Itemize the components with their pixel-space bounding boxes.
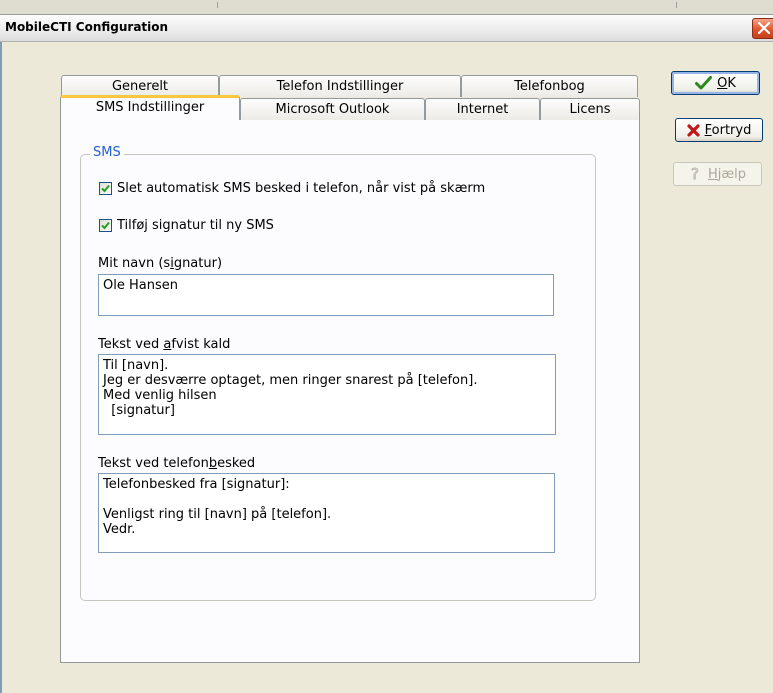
checkbox-box[interactable]	[99, 219, 112, 232]
tab-telefon-indstillinger[interactable]: Telefon Indstillinger	[219, 75, 461, 97]
red-x-icon	[687, 123, 700, 137]
check-icon	[695, 76, 713, 90]
tab-label: Licens	[569, 102, 611, 117]
tab-generelt[interactable]: Generelt	[61, 75, 219, 97]
tab-label: Generelt	[111, 79, 169, 94]
button-label: ortryd	[711, 122, 752, 138]
cancel-button[interactable]: Fortryd	[675, 118, 763, 142]
add-signature-checkbox[interactable]: Tilføj signatur til ny SMS	[99, 218, 274, 233]
close-button[interactable]	[752, 18, 773, 39]
tab-microsoft-outlook[interactable]: Microsoft Outlook	[240, 98, 425, 120]
signature-name-label: Mit navn (signatur)	[98, 256, 222, 271]
button-accel: H	[707, 166, 718, 182]
checkbox-label: Slet automatisk SMS besked i telefon, nå…	[117, 181, 486, 196]
ok-button[interactable]: OK	[671, 71, 760, 95]
phone-message-text-label: Tekst ved telefonbesked	[98, 456, 255, 471]
rejected-call-text-label: Tekst ved afvist kald	[98, 337, 230, 352]
checkmark-icon	[101, 221, 110, 230]
rejected-call-textarea[interactable]: Til [navn]. Jeg er desværre optaget, men…	[98, 354, 556, 435]
window-title: MobileCTI Configuration	[5, 20, 169, 34]
label-accel: b	[208, 456, 218, 471]
title-bar[interactable]: MobileCTI Configuration	[0, 14, 773, 42]
help-button[interactable]: ? Hjælp	[673, 162, 762, 186]
tab-label: Internet	[456, 102, 509, 117]
label-text: gnatur)	[173, 256, 223, 271]
label-text: Tekst ved telefon	[98, 456, 209, 471]
tab-internet[interactable]: Internet	[425, 98, 540, 120]
checkbox-box[interactable]	[99, 182, 112, 195]
checkbox-label: Tilføj signatur til ny SMS	[117, 218, 274, 233]
tab-label: SMS Indstillinger	[95, 100, 205, 115]
desktop-strip	[0, 0, 773, 14]
checkmark-icon	[101, 184, 110, 193]
label-text: Tekst ved	[98, 337, 164, 352]
window-border	[0, 42, 2, 693]
button-label: K	[727, 75, 736, 91]
auto-delete-sms-checkbox[interactable]: Slet automatisk SMS besked i telefon, nå…	[99, 181, 485, 196]
tab-label: Telefonbog	[514, 79, 585, 94]
button-label: jælp	[717, 166, 747, 182]
tab-licens[interactable]: Licens	[540, 98, 640, 120]
phone-message-textarea[interactable]: Telefonbesked fra [signatur]: Venligst r…	[98, 473, 555, 553]
label-text: Mit navn (s	[98, 256, 171, 271]
help-question-icon: ?	[689, 166, 703, 182]
tab-label: Telefon Indstillinger	[276, 79, 404, 94]
svg-text:?: ?	[691, 166, 699, 182]
tab-sms-indstillinger[interactable]: SMS Indstillinger	[60, 95, 240, 120]
label-text: esked	[217, 456, 256, 471]
signature-name-input[interactable]: Ole Hansen	[98, 274, 554, 316]
groupbox-title: SMS	[90, 145, 124, 160]
button-accel: F	[704, 122, 712, 138]
label-text: fvist kald	[171, 337, 231, 352]
button-accel: O	[717, 75, 728, 91]
tab-telefonbog[interactable]: Telefonbog	[461, 75, 638, 97]
tab-label: Microsoft Outlook	[275, 102, 390, 117]
